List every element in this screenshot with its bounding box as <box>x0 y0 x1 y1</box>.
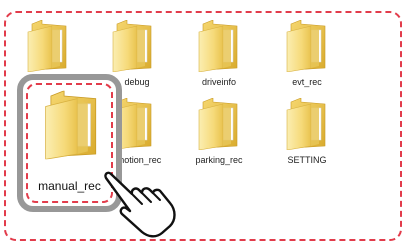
folder-label: driveinfo <box>201 77 237 87</box>
folder-label: SETTING <box>287 155 327 165</box>
folder-icon <box>26 20 70 72</box>
folder-icon <box>197 98 241 150</box>
pointing-hand-cursor-icon <box>104 171 176 238</box>
folder-label: parking_rec <box>195 155 243 165</box>
folder-icon <box>43 90 101 160</box>
folder-evt-rec[interactable]: evt_rec <box>272 20 342 94</box>
folder-icon <box>111 20 155 72</box>
folder-icon <box>197 20 241 72</box>
folder-icon <box>285 20 329 72</box>
folder-label: evt_rec <box>292 77 322 87</box>
folder-icon <box>285 98 329 150</box>
folder-parking-rec[interactable]: parking_rec <box>184 98 254 172</box>
folder-driveinfo[interactable]: driveinfo <box>184 20 254 94</box>
folder-setting[interactable]: SETTING <box>272 98 342 172</box>
